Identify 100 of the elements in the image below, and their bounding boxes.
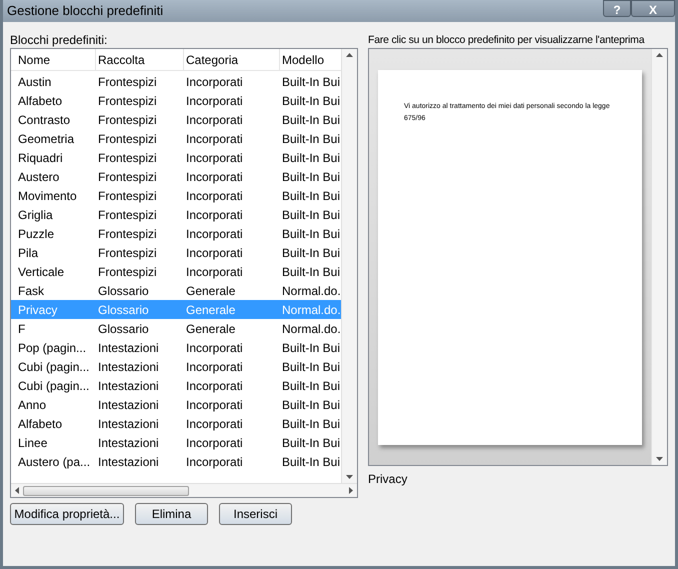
column-header[interactable]: Raccolta (96, 49, 184, 70)
table-cell-text: Riquadri (17, 150, 64, 166)
table-cell-text: Frontespizi (97, 130, 158, 148)
table-row[interactable]: Pila Frontespizi Incorporati Built-In Bui. (11, 243, 341, 262)
table-cell-text: Incorporati (185, 168, 244, 186)
table-row[interactable]: Riquadri Frontespizi Incorporati Built-In Bui. (11, 148, 341, 167)
table-cell-text: Built-In Bui. (281, 130, 341, 148)
vertical-scrollbar[interactable] (341, 49, 357, 483)
table-cell-text: Built-In Bui. (281, 434, 341, 452)
left-arrow-icon[interactable] (15, 487, 19, 494)
table-cell-text: Incorporati (185, 416, 244, 432)
horizontal-scrollbar[interactable] (11, 483, 357, 497)
table-cell-text: Incorporati (185, 454, 244, 470)
table-cell-text: Incorporati (185, 226, 244, 242)
table-cell-text: Griglia (17, 206, 54, 224)
table-cell-text: Movimento (17, 188, 78, 204)
table-row[interactable]: Alfabeto Frontespizi Incorporati Built-In Bui. (11, 91, 341, 110)
table-cell-text: Incorporati (185, 206, 244, 224)
table-row[interactable]: Anno Intestazioni Incorporati Built-In Bui. (11, 395, 341, 414)
table-cell-text: Incorporati (185, 188, 244, 204)
table-row[interactable]: Pop (pagin... Intestazioni Incorporati Built-In Bui. (11, 338, 341, 357)
table-cell-text: Frontespizi (97, 112, 158, 128)
preview-hint: Fare clic su un blocco predefinito per visualizzarne l'anteprima (368, 33, 644, 48)
table-cell-text: Intestazioni (97, 434, 160, 452)
table-cell-text: Frontespizi (97, 244, 158, 262)
table-cell-text: Incorporati (185, 434, 244, 452)
down-arrow-icon[interactable] (346, 475, 353, 479)
dialog-button[interactable]: Elimina (135, 503, 208, 525)
table-cell-text: Incorporati (185, 74, 244, 90)
column-header[interactable]: Nome (16, 49, 96, 70)
table-cell-text: Built-In Bui. (281, 416, 341, 432)
table-cell-text: Intestazioni (97, 454, 160, 470)
dialog-button[interactable]: Inserisci (219, 503, 292, 525)
table-cell-text: Incorporati (185, 264, 244, 280)
table-row[interactable]: Fask Glossario Generale Normal.do.. (11, 281, 341, 300)
table-cell-text: Cubi (pagin... (17, 358, 90, 376)
table-cell-text: Pop (pagin... (17, 340, 88, 356)
table-cell-text: Intestazioni (97, 396, 160, 414)
scroll-thumb[interactable] (23, 486, 189, 496)
table-row[interactable]: Verticale Frontespizi Incorporati Built-In Bui. (11, 262, 341, 281)
table-cell-text: Generale (185, 302, 236, 318)
table-cell-text: Incorporati (185, 340, 244, 356)
table-row[interactable]: Austero Frontespizi Incorporati Built-In Bui. (11, 167, 341, 186)
table-cell-text: Intestazioni (97, 378, 160, 394)
table-cell-text: Linee (17, 434, 48, 452)
table-row[interactable]: Linee Intestazioni Incorporati Built-In Bui. (11, 433, 341, 452)
table-cell-text: Built-In Bui. (281, 92, 341, 110)
table-cell-text: Built-In Bui. (281, 188, 341, 204)
table-cell-text: Built-In Bui. (281, 74, 341, 90)
table-row[interactable]: Cubi (pagin... Intestazioni Incorporati Built-In Bui. (11, 357, 341, 376)
table-cell-text: Cubi (pagin... (17, 378, 90, 394)
table-cell-text: Privacy (17, 302, 58, 318)
table-cell-text: Frontespizi (97, 226, 158, 242)
table-cell-text: Austin (17, 74, 52, 90)
table-row[interactable]: Geometria Frontespizi Incorporati Built-In Bui. (11, 129, 341, 148)
table-row[interactable]: Alfabeto Intestazioni Incorporati Built-In Bui. (11, 414, 341, 433)
table-cell-text: Built-In Bui. (281, 454, 341, 470)
column-header[interactable]: Categoria (184, 49, 280, 70)
table-cell-text: Built-In Bui. (281, 112, 341, 128)
table-row[interactable]: Austin Frontespizi Incorporati Built-In Bui. (11, 72, 341, 91)
table-cell-text: Pila (17, 244, 40, 262)
list-label: Blocchi predefiniti: (10, 32, 108, 48)
right-arrow-icon[interactable] (349, 487, 353, 494)
table-cell-text: Intestazioni (97, 416, 160, 432)
table-cell-text: Built-In Bui. (281, 206, 341, 224)
vertical-scrollbar[interactable] (651, 49, 667, 465)
table-cell-text: Anno (17, 396, 48, 414)
table-cell-text: Contrasto (17, 112, 72, 128)
table-cell-text: Built-In Bui. (281, 150, 341, 166)
table-cell-text: Fask (17, 282, 46, 300)
table-cell-text: Incorporati (185, 396, 244, 414)
table-row[interactable]: Griglia Frontespizi Incorporati Built-In Bui. (11, 205, 341, 224)
table-cell-text: Frontespizi (97, 150, 158, 166)
table-cell-text: Puzzle (17, 226, 56, 242)
up-arrow-icon[interactable] (656, 53, 663, 57)
table-row[interactable]: Contrasto Frontespizi Incorporati Built-In Bui. (11, 110, 341, 129)
table-cell-text: Glossario (97, 320, 150, 338)
table-cell-text: Built-In Bui. (281, 340, 341, 356)
table-cell-text: F (17, 320, 26, 338)
table-cell-text: Incorporati (185, 378, 244, 394)
table-cell-text: Built-In Bui. (281, 358, 341, 376)
table-cell-text: Incorporati (185, 130, 244, 148)
table-row[interactable]: Movimento Frontespizi Incorporati Built-In Bui. (11, 186, 341, 205)
table-cell-text: Intestazioni (97, 340, 160, 356)
table-row[interactable]: F Glossario Generale Normal.do.. (11, 319, 341, 338)
table-row[interactable]: Puzzle Frontespizi Incorporati Built-In Bui. (11, 224, 341, 243)
table-row[interactable]: Cubi (pagin... Intestazioni Incorporati Built-In Bui. (11, 376, 341, 395)
table-cell-text: Austero (17, 168, 60, 186)
table-cell-text: Frontespizi (97, 168, 158, 186)
down-arrow-icon[interactable] (656, 457, 663, 461)
table-cell-text: Normal.do.. (281, 282, 341, 300)
table-row[interactable]: Austero (pa... Intestazioni Incorporati Built-In Bui. (11, 452, 341, 471)
table-cell-text: Built-In Bui. (281, 378, 341, 394)
table-cell-text: Frontespizi (97, 74, 158, 90)
table-cell-text: Alfabeto (17, 92, 64, 110)
table-cell-text: Alfabeto (17, 416, 64, 432)
dialog-button[interactable]: Modifica proprietà... (10, 503, 124, 525)
table-cell-text: Frontespizi (97, 188, 158, 204)
up-arrow-icon[interactable] (346, 53, 353, 57)
table-cell-text: Incorporati (185, 92, 244, 110)
